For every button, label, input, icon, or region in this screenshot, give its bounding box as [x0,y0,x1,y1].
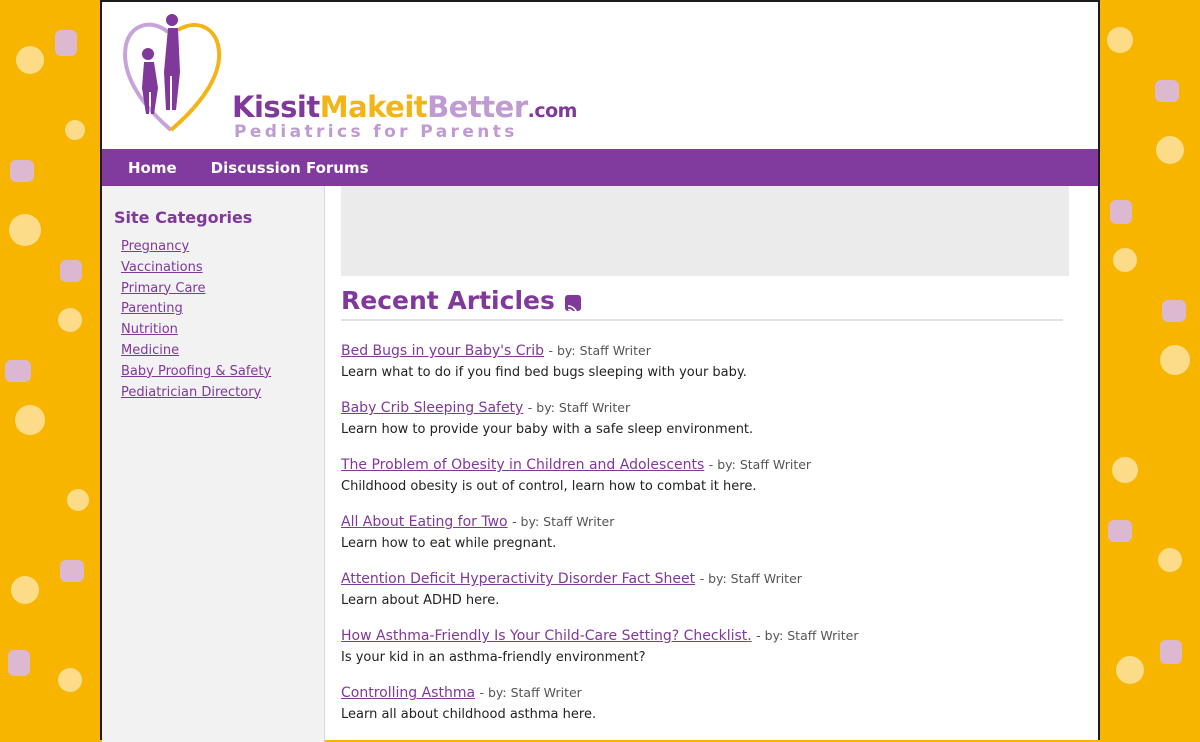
brand-name-tld: .com [527,100,578,122]
article-item: Baby Crib Sleeping Safety - by: Staff Wr… [341,398,1081,455]
category-item: Primary Care [121,277,271,298]
main-content: Recent Articles Bed Bugs in your Baby's … [341,186,1081,740]
article-item: The Problem of Obesity in Children and A… [341,455,1081,512]
article-item: How Asthma-Friendly Is Your Child-Care S… [341,626,1081,683]
nav-home-link[interactable]: Home [128,159,177,177]
article-description: Learn how to provide your baby with a sa… [341,422,754,437]
article-byline: - by: Staff Writer [548,343,651,358]
category-link-pediatrician-directory[interactable]: Pediatrician Directory [121,385,261,400]
article-byline: - by: Staff Writer [708,457,812,472]
article-description: Learn how to eat while pregnant. [341,536,557,551]
article-description: Learn all about childhood asthma here. [341,707,597,722]
article-description: Learn about ADHD here. [341,593,500,608]
article-list: Bed Bugs in your Baby's Crib - by: Staff… [341,341,1081,740]
article-byline: - by: Staff Writer [479,685,582,700]
article-item: Bed Bugs in your Baby's Crib - by: Staff… [341,341,1081,398]
article-item: Attention Deficit Hyperactivity Disorder… [341,569,1081,626]
article-title-link[interactable]: How Asthma-Friendly Is Your Child-Care S… [341,628,752,644]
article-title-link[interactable]: Controlling Asthma [341,685,475,701]
article-title-link[interactable]: Attention Deficit Hyperactivity Disorder… [341,571,695,587]
site-logo[interactable]: KissitMakeitBetter.com Pediatrics for Pa… [116,10,577,142]
category-item: Nutrition [121,318,271,339]
article-description: Is your kid in an asthma-friendly enviro… [341,650,646,665]
category-item: Pediatrician Directory [121,381,271,402]
rss-feed-icon[interactable] [564,294,581,315]
article-title-link[interactable]: All About Eating for Two [341,514,508,530]
category-link-baby-proofing[interactable]: Baby Proofing & Safety [121,364,271,379]
article-byline: - by: Staff Writer [527,400,631,415]
recent-articles-title: Recent Articles [341,286,555,315]
category-item: Baby Proofing & Safety [121,360,271,381]
category-item: Pregnancy [121,235,271,256]
brand-name-part3: Better [427,90,528,124]
recent-articles-heading: Recent Articles [341,286,1063,321]
article-byline: - by: Staff Writer [756,628,859,643]
article-title-link[interactable]: The Problem of Obesity in Children and A… [341,457,704,473]
page-container: KissitMakeitBetter.com Pediatrics for Pa… [100,0,1100,742]
article-byline: - by: Staff Writer [699,571,802,586]
brand-name-part1: Kissit [232,90,320,124]
brand-name-part2: Makeit [319,90,428,124]
site-header: KissitMakeitBetter.com Pediatrics for Pa… [102,2,1098,149]
brand-tagline: Pediatrics for Parents [234,122,518,142]
category-link-vaccinations[interactable]: Vaccinations [121,260,203,275]
main-nav: Home Discussion Forums [102,149,1098,186]
article-title-link[interactable]: Baby Crib Sleeping Safety [341,400,523,416]
article-description: Learn what to do if you find bed bugs sl… [341,365,747,380]
category-list: Pregnancy Vaccinations Primary Care Pare… [121,235,271,401]
category-item: Medicine [121,339,271,360]
background-pattern-right [1100,0,1200,740]
article-item: All About Eating for Two - by: Staff Wri… [341,512,1081,569]
category-item: Vaccinations [121,256,271,277]
nav-forums-link[interactable]: Discussion Forums [211,159,369,177]
category-link-nutrition[interactable]: Nutrition [121,322,178,337]
article-title-link[interactable]: Bed Bugs in your Baby's Crib [341,343,544,359]
background-pattern-left [0,0,100,740]
article-item: Controlling Asthma - by: Staff Writer Le… [341,683,1081,740]
brand-name: KissitMakeitBetter.com [232,90,577,124]
category-link-pregnancy[interactable]: Pregnancy [121,239,189,254]
category-link-primary-care[interactable]: Primary Care [121,281,205,296]
sidebar: Site Categories Pregnancy Vaccinations P… [102,186,325,742]
article-description: Childhood obesity is out of control, lea… [341,479,757,494]
category-link-medicine[interactable]: Medicine [121,343,179,358]
category-item: Parenting [121,297,271,318]
article-byline: - by: Staff Writer [512,514,615,529]
ad-banner-placeholder [341,186,1069,276]
sidebar-title: Site Categories [114,208,253,227]
category-link-parenting[interactable]: Parenting [121,301,183,316]
family-heart-icon [123,14,222,132]
